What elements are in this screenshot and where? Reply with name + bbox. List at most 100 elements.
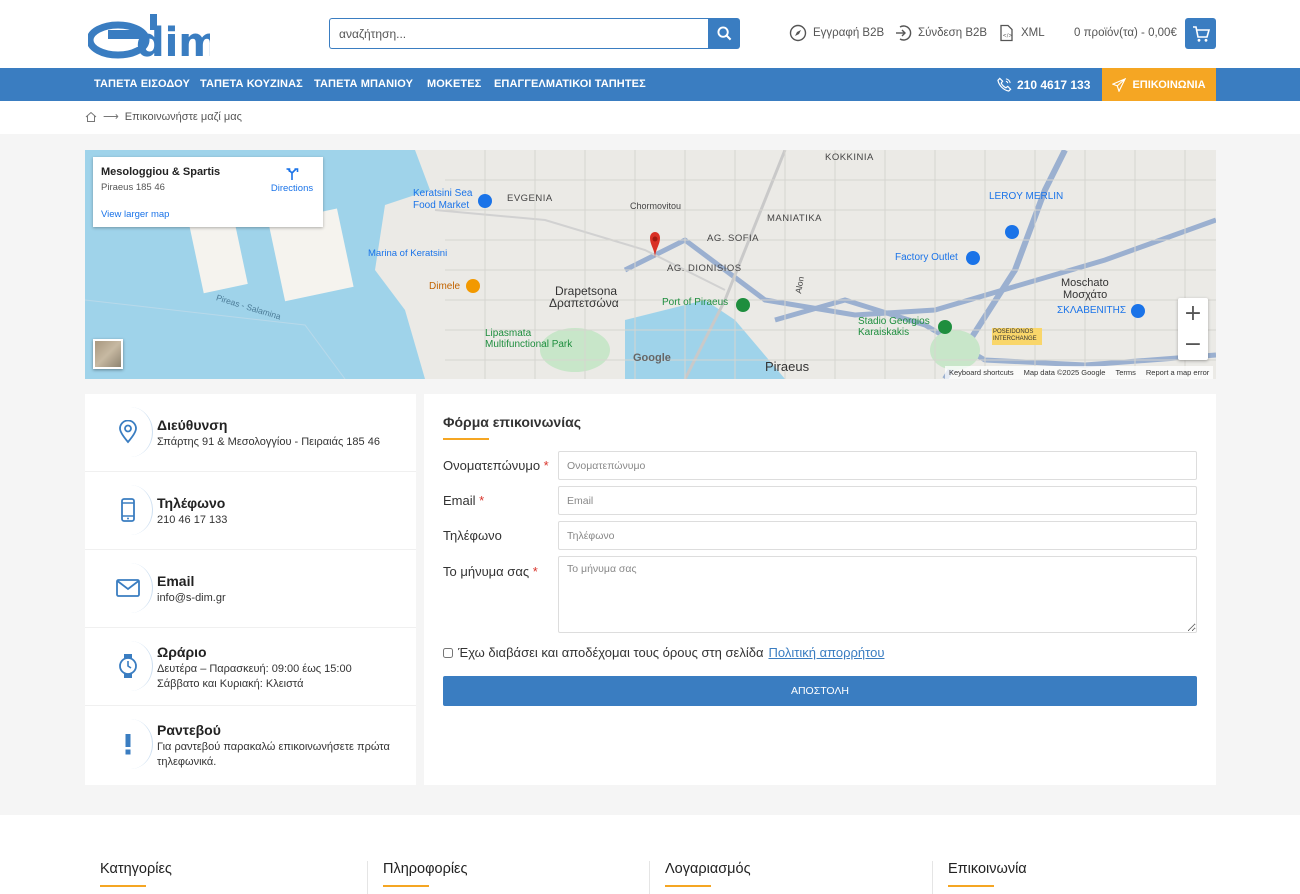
info-hours-weekend: Σάββατο και Κυριακή: Κλειστά (157, 677, 304, 690)
info-phone: Τηλέφωνο 210 46 17 133 (85, 472, 416, 550)
map-label-kokkinia: KOKKINIA (825, 152, 874, 163)
required-mark: * (543, 458, 549, 473)
info-address-title: Διεύθυνση (157, 417, 228, 433)
site-header: dim Εγγραφή B2B Σύνδεση B2B </> XML 0 πρ… (0, 0, 1300, 68)
google-map[interactable]: Keratsini Sea Food Market EVGENIA Marina… (85, 150, 1216, 379)
map-info-card: Mesologgiou & Spartis Piraeus 185 46 Vie… (93, 157, 323, 227)
directions-button[interactable]: Directions (267, 167, 317, 194)
footer-underline (383, 885, 429, 887)
search-input[interactable] (329, 18, 708, 49)
keyboard-shortcuts-link[interactable]: Keyboard shortcuts (949, 368, 1014, 377)
email-field[interactable] (558, 486, 1197, 515)
footer-divider (932, 861, 933, 894)
submit-button[interactable]: ΑΠΟΣΤΟΛΗ (443, 676, 1197, 706)
footer-divider (367, 861, 368, 894)
search-bar (329, 18, 740, 49)
nav-item-carpets[interactable]: ΜΟΚΕΤΕΣ (427, 68, 481, 101)
map-label-piraeus: Piraeus (765, 359, 810, 374)
xml-file-icon: </> (1000, 24, 1013, 42)
contact-form-title: Φόρμα επικοινωνίας (443, 414, 581, 430)
phone-label-text: Τηλέφωνο (443, 528, 502, 543)
svg-text:dim: dim (136, 20, 210, 60)
login-b2b-link[interactable]: Σύνδεση B2B (894, 24, 987, 42)
required-mark: * (532, 564, 538, 579)
nav-item-entrance-mats[interactable]: ΤΑΠΕΤΑ ΕΙΣΟΔΟΥ (94, 68, 190, 101)
map-label-ag-dionisios: AG. DIONISIOS (667, 263, 742, 274)
xml-label: XML (1021, 27, 1045, 39)
register-b2b-link[interactable]: Εγγραφή B2B (789, 24, 884, 42)
email-label: Email * (443, 493, 484, 508)
info-email: Email info@s-dim.gr (85, 550, 416, 628)
consent-text: Έχω διαβάσει και αποδέχομαι τους όρους σ… (458, 645, 764, 660)
map-label-stadio: Stadio Georgios Karaiskakis (858, 316, 930, 338)
nav-phone-link[interactable]: 210 4617 133 (997, 68, 1090, 101)
map-label-lipasmata: Lipasmata Multifunctional Park (485, 328, 573, 350)
contact-info-panel: Διεύθυνση Σπάρτης 91 & Μεσολογγίου - Πει… (85, 394, 416, 785)
map-label-moschato: Moschato (1061, 277, 1109, 289)
map-card-address: Piraeus 185 46 (101, 182, 165, 193)
message-label: Το μήνυμα σας * (443, 564, 538, 579)
info-appointment: Ραντεβού Για ραντεβού παρακαλώ επικοινων… (85, 706, 416, 784)
footer-account-title: Λογαριασμός (665, 861, 751, 877)
phone-icon (108, 485, 153, 535)
satellite-toggle[interactable] (93, 339, 123, 369)
sdim-logo[interactable]: dim (88, 8, 210, 60)
info-phone-text: 210 46 17 133 (157, 514, 228, 526)
footer-underline (665, 885, 711, 887)
map-label-ag-sofia: AG. SOFIA (707, 233, 760, 244)
nav-item-bathroom-mats[interactable]: ΤΑΠΕΤΑ ΜΠΑΝΙΟΥ (314, 68, 413, 101)
map-label-marina: Marina of Keratsini (368, 248, 448, 259)
map-label-keratsini-market: Keratsini Sea Food Market (413, 188, 473, 211)
site-footer: Κατηγορίες Πληροφορίες Λογαριασμός Επικο… (0, 815, 1300, 894)
info-hours: Ωράριο Δευτέρα – Παρασκευή: 09:00 έως 15… (85, 628, 416, 706)
nav-item-kitchen-mats[interactable]: ΤΑΠΕΤΑ ΚΟΥΖΙΝΑΣ (200, 68, 303, 101)
nav-item-professional-rugs[interactable]: ΕΠΑΓΓΕΛΜΑΤΙΚΟΙ ΤΑΠΗΤΕΣ (494, 68, 646, 101)
footer-contact-title: Επικοινωνία (948, 861, 1027, 877)
name-field[interactable] (558, 451, 1197, 480)
nav-phone-number: 210 4617 133 (1017, 77, 1091, 92)
login-icon (896, 25, 912, 41)
view-larger-map-link[interactable]: View larger map (101, 209, 169, 220)
terms-link[interactable]: Terms (1115, 368, 1135, 377)
privacy-policy-link[interactable]: Πολιτική απορρήτου (768, 645, 884, 660)
map-label-leroy: LEROY MERLIN (989, 191, 1064, 202)
clock-icon (108, 641, 153, 691)
map-label-moschato-gr: Μοσχάτο (1063, 289, 1108, 301)
main-navigation: ΤΑΠΕΤΑ ΕΙΣΟΔΟΥ ΤΑΠΕΤΑ ΚΟΥΖΙΝΑΣ ΤΑΠΕΤΑ ΜΠ… (0, 68, 1300, 101)
message-label-text: Το μήνυμα σας (443, 564, 530, 579)
map-footer: Keyboard shortcuts Map data ©2025 Google… (945, 366, 1214, 379)
phone-field[interactable] (558, 521, 1197, 550)
report-error-link[interactable]: Report a map error (1146, 368, 1209, 377)
location-pin-icon (108, 407, 153, 457)
zoom-in-button[interactable]: + (1178, 298, 1208, 329)
info-address: Διεύθυνση Σπάρτης 91 & Μεσολογγίου - Πει… (85, 394, 416, 472)
svg-text:</>: </> (1003, 33, 1013, 39)
footer-information: Πληροφορίες (383, 861, 468, 887)
phone-label: Τηλέφωνο (443, 528, 502, 543)
map-label-factory: Factory Outlet (895, 252, 958, 263)
name-label-text: Ονοματεπώνυμο (443, 458, 541, 473)
title-underline (443, 438, 489, 440)
footer-underline (948, 885, 994, 887)
register-b2b-label: Εγγραφή B2B (813, 27, 885, 39)
consent-checkbox[interactable] (443, 647, 453, 658)
map-zoom-control: + − (1178, 298, 1208, 360)
footer-categories-title: Κατηγορίες (100, 861, 172, 877)
search-button[interactable] (708, 18, 740, 49)
info-appointment-text: Για ραντεβού παρακαλώ επικοινωνήσετε πρώ… (157, 741, 390, 768)
zoom-out-button[interactable]: − (1178, 329, 1208, 360)
cart-summary[interactable]: 0 προϊόν(τα) - 0,00€ (1074, 27, 1177, 39)
xml-link[interactable]: </> XML (997, 24, 1045, 42)
map-label-dimele: Dimele (429, 281, 461, 292)
cart-button[interactable] (1185, 18, 1216, 49)
message-field[interactable] (558, 556, 1197, 633)
footer-information-title: Πληροφορίες (383, 861, 468, 877)
cart-icon (1192, 25, 1210, 42)
breadcrumb: ⟶ Επικοινωνήστε μαζί μας (85, 110, 242, 123)
info-email-text[interactable]: info@s-dim.gr (157, 591, 407, 606)
home-icon[interactable] (85, 111, 97, 123)
breadcrumb-current: Επικοινωνήστε μαζί μας (124, 110, 242, 123)
footer-account: Λογαριασμός (665, 861, 751, 887)
email-icon (108, 563, 153, 613)
nav-contact-button[interactable]: ΕΠΙΚΟΙΝΩΝΙΑ (1102, 68, 1216, 101)
